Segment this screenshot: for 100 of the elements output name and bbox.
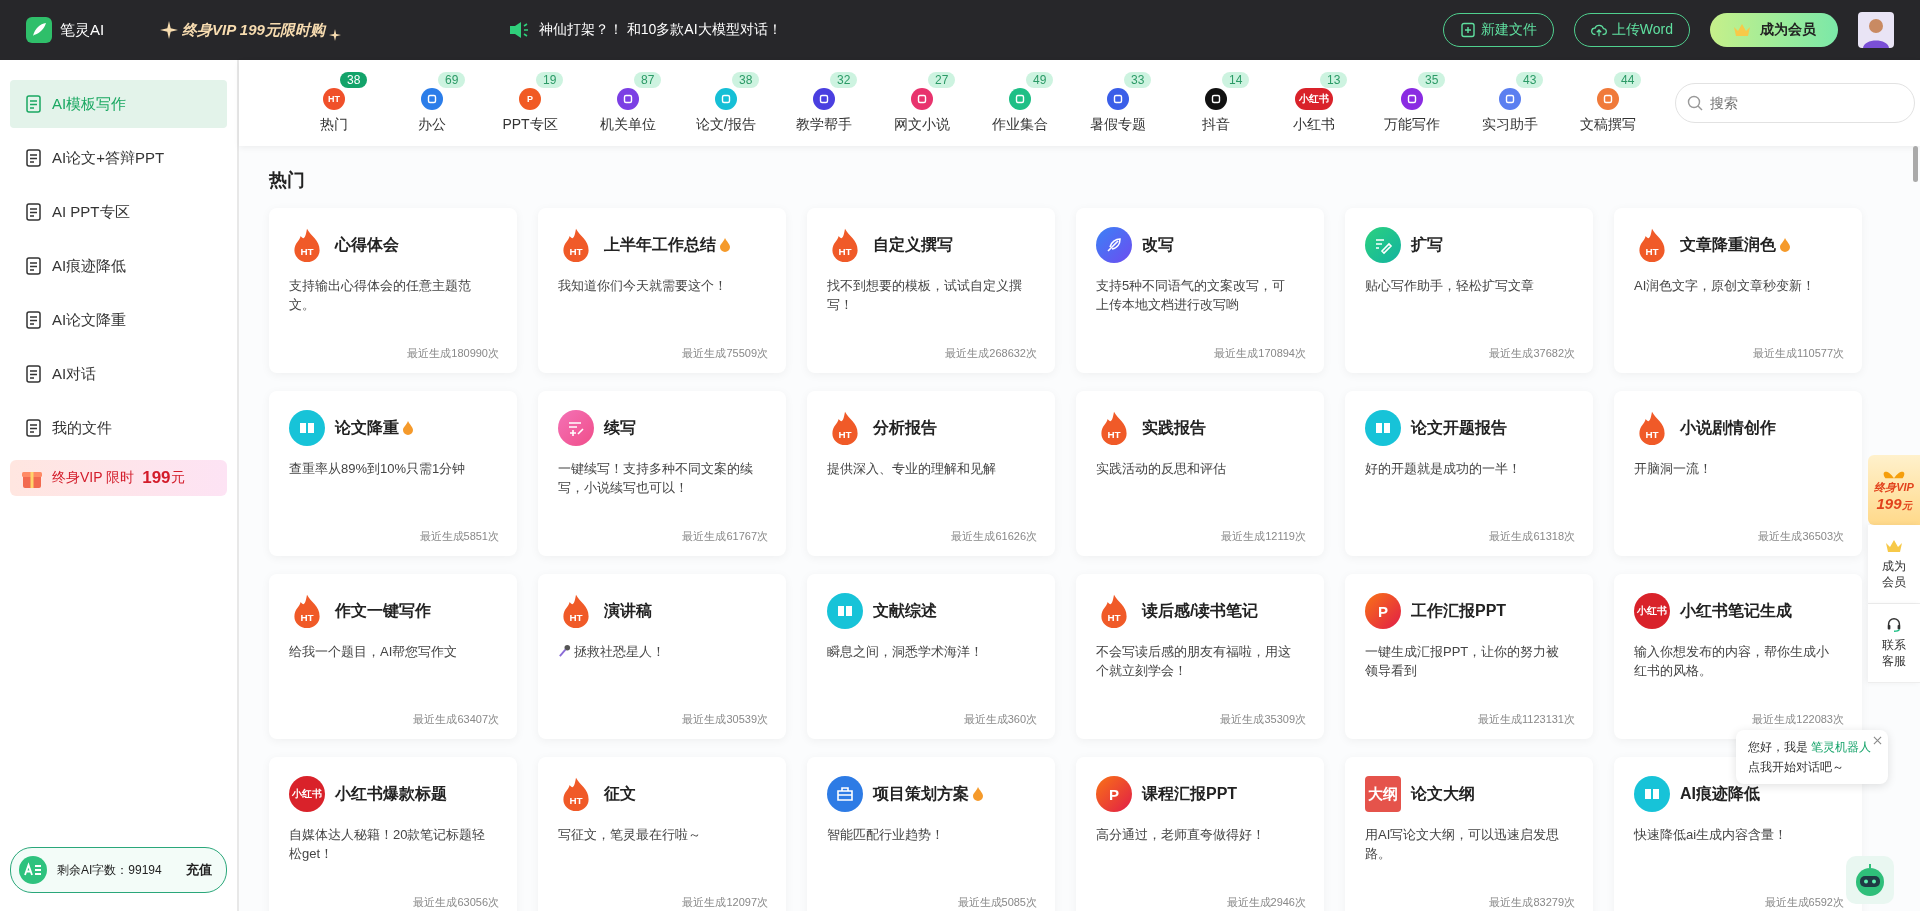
section-title: 热门 — [269, 169, 306, 192]
template-card[interactable]: HT 文章降重润色 AI润色文字，原创文章秒变新！ 最近生成110577次 — [1614, 208, 1862, 373]
template-card[interactable]: HT 实践报告 实践活动的反思和评估 最近生成12119次 — [1076, 391, 1324, 556]
announcement-text[interactable]: 神仙打架？！ 和10多款AI大模型对话！ — [538, 21, 782, 39]
template-card[interactable]: P 工作汇报PPT 一键生成汇报PPT，让你的努力被领导看到 最近生成1123131次 — [1345, 574, 1593, 739]
sidebar-item[interactable]: AI痕迹降低 — [10, 242, 227, 290]
category-tab[interactable]: 44 文稿撰写 — [1565, 72, 1651, 134]
template-card[interactable]: 论文开题报告 好的开题就是成功的一半！ 最近生成61318次 — [1345, 391, 1593, 556]
template-icon — [827, 776, 863, 812]
category-icon — [617, 88, 639, 110]
card-description: 实践活动的反思和评估 — [1096, 461, 1226, 476]
usage-count: 最近生成180990次 — [406, 346, 499, 361]
template-card[interactable]: HT 演讲稿 拯救社恐星人！ 最近生成30539次 — [538, 574, 786, 739]
template-card[interactable]: 小红书 小红书笔记生成 输入你想发布的内容，帮你生成小红书的风格。 最近生成122083次 — [1614, 574, 1862, 739]
card-title: 改写 — [1142, 234, 1174, 255]
category-tab[interactable]: 43 实习助手 — [1467, 72, 1553, 134]
template-icon: 大纲 — [1365, 776, 1401, 812]
category-tab[interactable]: 14 抖音 — [1173, 72, 1259, 134]
template-icon — [827, 593, 863, 629]
template-card[interactable]: HT 心得体会 支持输出心得体会的任意主题范文。 最近生成180990次 — [269, 208, 517, 373]
template-card[interactable]: HT 作文一键写作 给我一个题目，AI帮您写作文 最近生成63407次 — [269, 574, 517, 739]
category-tab[interactable]: 19 P PPT专区 — [487, 72, 573, 134]
template-card[interactable]: 改写 支持5种不同语气的文案改写，可上传本地文档进行改写哟 最近生成170894次 — [1076, 208, 1324, 373]
search-field[interactable]: 搜索 — [1675, 83, 1915, 123]
card-title: 论文开题报告 — [1411, 417, 1507, 438]
template-card[interactable]: 文献综述 瞬息之间，洞悉学术海洋！ 最近生成360次 — [807, 574, 1055, 739]
usage-count: 最近生成75509次 — [681, 346, 768, 361]
sparkle-icon — [328, 29, 341, 41]
card-description: 拯救社恐星人！ — [574, 644, 665, 659]
template-card[interactable]: HT 小说剧情创作 开脑洞一流！ 最近生成36503次 — [1614, 391, 1862, 556]
template-icon: P — [1096, 776, 1132, 812]
category-tab[interactable]: 69 办公 — [389, 72, 475, 134]
card-description: 写征文，笔灵最在行啦～ — [558, 827, 701, 842]
category-tab[interactable]: 13 小红书 小红书 — [1271, 72, 1357, 134]
card-description: 提供深入、专业的理解和见解 — [827, 461, 996, 476]
scrollbar[interactable] — [1913, 146, 1918, 182]
sidebar-item[interactable]: AI论文降重 — [10, 296, 227, 344]
template-card[interactable]: 续写 一键续写！支持多种不同文案的续写，小说续写也可以！ 最近生成61767次 — [538, 391, 786, 556]
category-tab[interactable]: 35 万能写作 — [1369, 72, 1455, 134]
card-description: 自媒体达人秘籍！20款笔记标题轻松get！ — [289, 827, 486, 861]
category-icon — [421, 88, 443, 110]
template-card[interactable]: 大纲 论文大纲 用AI写论文大纲，可以迅速启发思路。 最近生成83279次 — [1345, 757, 1593, 911]
card-description: 找不到想要的模板，试试自定义撰写！ — [827, 278, 1022, 312]
become-member-button[interactable]: 成为会员 — [1710, 13, 1838, 47]
document-icon — [24, 256, 44, 276]
category-icon — [1009, 88, 1031, 110]
template-card[interactable]: HT 自定义撰写 找不到想要的模板，试试自定义撰写！ 最近生成268632次 — [807, 208, 1055, 373]
card-description: 瞬息之间，洞悉学术海洋！ — [827, 644, 983, 659]
category-tab[interactable]: 38 HT 热门 — [291, 72, 377, 134]
category-icon — [715, 88, 737, 110]
category-tab[interactable]: 33 暑假专题 — [1075, 72, 1161, 134]
template-card[interactable]: 论文降重 查重率从89%到10%只需1分钟 最近生成5851次 — [269, 391, 517, 556]
card-title: 扩写 — [1411, 234, 1443, 255]
document-icon — [24, 418, 44, 438]
usage-count: 最近生成6592次 — [1763, 895, 1844, 910]
usage-count: 最近生成30539次 — [681, 712, 768, 727]
category-tab[interactable]: 27 网文小说 — [879, 72, 965, 134]
sidebar-item[interactable]: AI PPT专区 — [10, 188, 227, 236]
usage-count: 最近生成5085次 — [956, 895, 1037, 910]
recharge-link[interactable]: 充值 — [186, 861, 212, 879]
usage-count: 最近生成122083次 — [1751, 712, 1844, 727]
become-member-button[interactable]: 成为会员 — [1868, 525, 1920, 604]
chat-tooltip[interactable]: 您好，我是 笔灵机器人 点我开始对话吧～ — [1736, 730, 1888, 784]
template-card[interactable]: 扩写 贴心写作助手，轻松扩写文章 最近生成37682次 — [1345, 208, 1593, 373]
customer-service-button[interactable]: 联系客服 — [1868, 604, 1920, 683]
template-icon — [1096, 227, 1132, 263]
template-card[interactable]: HT 读后感/读书笔记 不会写读后感的朋友有福啦，用这个就立刻学会！ 最近生成35309次 — [1076, 574, 1324, 739]
category-tab[interactable]: 38 论文/报告 — [683, 72, 769, 134]
card-title: 演讲稿 — [604, 600, 652, 621]
category-icon — [1401, 88, 1423, 110]
category-tab[interactable]: 32 教学帮手 — [781, 72, 867, 134]
template-card[interactable]: 小红书 小红书爆款标题 自媒体达人秘籍！20款笔记标题轻松get！ 最近生成63056次 — [269, 757, 517, 911]
category-tab[interactable]: 49 作业集合 — [977, 72, 1063, 134]
sidebar-item[interactable]: 我的文件 — [10, 404, 227, 452]
template-card[interactable]: HT 分析报告 提供深入、专业的理解和见解 最近生成61626次 — [807, 391, 1055, 556]
promo-link[interactable]: 终身VIP 199元限时购 — [182, 20, 325, 40]
usage-count: 最近生成170894次 — [1213, 346, 1306, 361]
template-card[interactable]: HT 征文 写征文，笔灵最在行啦～ 最近生成12097次 — [538, 757, 786, 911]
usage-count: 最近生成1123131次 — [1477, 712, 1575, 727]
sparkle-icon — [160, 21, 178, 39]
template-card[interactable]: P 课程汇报PPT 高分通过，老师直夸做得好！ 最近生成2946次 — [1076, 757, 1324, 911]
template-card[interactable]: HT 上半年工作总结 我知道你们今天就需要这个！ 最近生成75509次 — [538, 208, 786, 373]
add-file-icon — [1459, 22, 1476, 38]
speaker-icon — [508, 21, 529, 39]
category-tab[interactable]: 87 机关单位 — [585, 72, 671, 134]
robot-icon[interactable] — [1846, 856, 1894, 904]
logo-icon — [26, 17, 52, 43]
document-icon — [24, 364, 44, 384]
category-icon: HT — [323, 88, 345, 110]
card-title: 文献综述 — [873, 600, 937, 621]
sidebar-item[interactable]: AI论文+答辩PPT — [10, 134, 227, 182]
close-icon[interactable] — [1873, 736, 1882, 745]
crown-icon — [1732, 22, 1752, 38]
template-card[interactable]: 项目策划方案 智能匹配行业趋势！ 最近生成5085次 — [807, 757, 1055, 911]
sidebar-item[interactable]: AI对话 — [10, 350, 227, 398]
usage-count: 最近生成360次 — [962, 712, 1037, 727]
usage-count: 最近生成63056次 — [412, 895, 499, 910]
avatar[interactable] — [1858, 12, 1894, 48]
card-title: 论文降重 — [335, 417, 399, 438]
vip-banner[interactable]: 终身VIP 限时 199元 — [10, 460, 227, 496]
